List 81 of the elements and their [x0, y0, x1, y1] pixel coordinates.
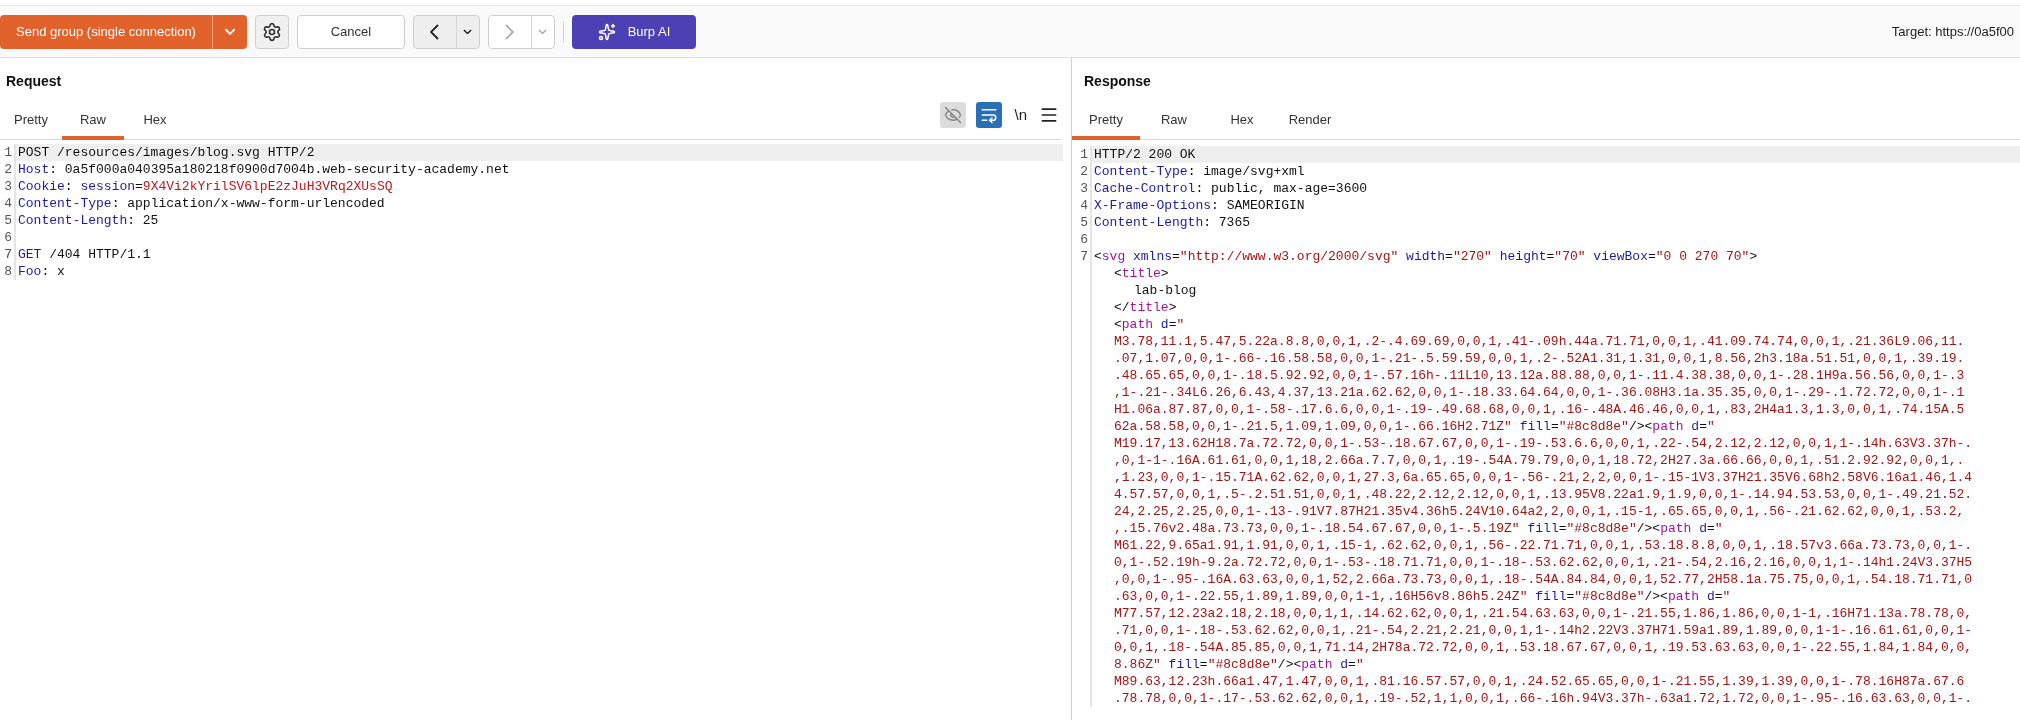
settings-button[interactable]	[254, 14, 289, 49]
caret-icon	[223, 28, 236, 35]
code-text: M19.17,13.62H18.7a.72.72,0,0,1-.53-.18.67.67,0,0,1-.19-.53.6.6,0,0,1,.22-.54,2.12,2.12,0,0,1,1-.14h.63V3.37h-.	[1114, 436, 1973, 451]
code-text: M61.22,9.65a1.91,1.91,0,0,1,.15-1,.62.62,0,0,1,.56-.22.71.71,0,0,1,.53.18.8.8,0,0,1,.18.57v3.66a.73.73,0,0,1-.	[1114, 538, 1973, 553]
ai-button[interactable]: Burp AI	[571, 14, 696, 49]
code-text: H1.06a.87.87,0,0,1-.58-.17.6.6,0,0,1-.19-.49.68.68,0,0,1,.16-.48A.46.46,0,0,1,.83,2H4a1.3,1.3,0,0,1,.74.15A.5	[1114, 402, 1965, 417]
line-number: 7	[1080, 249, 1088, 264]
code-text: <path d="	[1114, 317, 1185, 332]
line-number: 5	[1080, 215, 1088, 230]
target-label: Target: https://0a5f00	[1891, 22, 2014, 41]
cancel-button[interactable]: Cancel	[296, 14, 405, 49]
line-number: 3	[1080, 181, 1088, 196]
line-number: 4	[4, 196, 12, 211]
newline-toggle[interactable]: \n	[1012, 103, 1029, 127]
code-text: M3.78,11.1,5.47,5.22a.8.8,0,0,1,.2-.4.69.69,0,0,1,.41-.09h.44a.71.71,0,0,1,.41.09.74.74,0,0,1,.21.36L9.06,11.	[1114, 334, 1965, 349]
line-number: 1	[1080, 147, 1088, 162]
editor-tab[interactable]: Hex	[1208, 104, 1276, 140]
code-text: HTTP/2 200 OK	[1094, 147, 1196, 162]
code-text: Foo: x	[18, 264, 65, 279]
panel-title: Response	[1084, 71, 1151, 91]
line-number: 2	[4, 162, 12, 177]
line-number: 4	[1080, 198, 1088, 213]
line-number: 5	[4, 213, 12, 228]
code-text: lab-blog	[1134, 283, 1197, 298]
code-text: Content-Length: 25	[18, 213, 159, 228]
wrap-toggle[interactable]	[976, 102, 1003, 128]
panel-title: Request	[6, 71, 62, 91]
line-number: 1	[4, 145, 12, 160]
chevron-left-icon	[430, 23, 440, 40]
menu-icon	[1039, 105, 1059, 125]
code-text: .71,0,0,1-.18-.53.62.62,0,0,1,.21-.54,2.21,2.21,0,0,1,1-.14h2.22V3.37H71.59a1.89,1.89,0,0,1-1-.16.61.61,0,0,1-	[1114, 623, 1973, 638]
editor-tab[interactable]: Pretty	[1072, 104, 1140, 140]
code-text: 24,2.25,2.25,0,0,1-.13-.91V7.87H21.35v4.36h5.24V10.64a2,2,0,0,1,.15-1,.65.65,0,0,1,.56-.21.62.62,0,0,1,.53.2,	[1114, 504, 1965, 519]
sparkles-icon	[597, 22, 616, 41]
line-number: 6	[1080, 232, 1088, 247]
wrap-icon	[980, 106, 999, 124]
editor-tab[interactable]: Raw	[1140, 104, 1208, 140]
code-text: ,0,0,1-.95-.16A.63.63,0,0,1,52,2.66a.73.73,0,0,1,.18-.54A.84.84,0,0,1,52.77,2H58.1a.75.75,0,0,1,.54.18.71.71,0	[1114, 572, 1973, 587]
code-text: POST /resources/images/blog.svg HTTP/2	[18, 145, 315, 160]
code-text: <title>	[1114, 266, 1169, 281]
code-text: ,1.23,0,0,1-.15.71A.62.62,0,0,1,27.3,6a.65.65,0,0,1-.56-.21,2,2,0,0,1-.15-1V3.37H21.35V6.68h2.58V6.16a1.46,1.4	[1114, 470, 1973, 485]
code-text: Content-Length: 7365	[1094, 215, 1251, 230]
code-text: 8.86Z" fill="#8c8d8e"/><path d="	[1114, 657, 1364, 672]
editor-tab[interactable]: Pretty	[0, 104, 62, 140]
code-text: M89.63,12.23h.66a1.47,1.47,0,0,1,.81.16.57.57,0,0,1,.24.52.65.65,0,0,1-.21.55,1.39,1.39,0,0,1-.78.16H87a.67.6	[1114, 674, 1965, 689]
menu-button[interactable]	[1039, 105, 1059, 125]
line-number: 2	[1080, 164, 1088, 179]
code-text: 62a.58.58,0,0,1-.21.5,1.09,1.09,0,0,1-.66.16H2.71Z" fill="#8c8d8e"/><path d="	[1114, 419, 1715, 434]
code-text: ,1-.21-.34L6.26,6.43,4.37,13.21a.62.62,0,0,1-.18.33.64.64,0,0,1-.36.08H3.1a.35.35,0,0,1-.29-.1.72.72,0,0,1-.1	[1114, 385, 1965, 400]
eye-off-icon	[944, 106, 963, 124]
line-number: 6	[4, 230, 12, 245]
code-text: 0,1-.52.19h-9.2a.72.72,0,0,1-.53-.18.71.71,0,0,1-.18-.53.62.62,0,0,1,.21-.54,2.16,2.16,0,0,1,1-.14h1.24V3.37H5	[1114, 555, 1973, 570]
code-text: .78.78,0,0,1-.17-.53.62.62,0,0,1,.19-.52,1,1,0,0,1,.66-.16h.94V3.37h-.63a1.72,1.72,0,0,1-.95-.16.63.63,0,0,1-.	[1114, 691, 1973, 706]
editor-tab[interactable]: Hex	[124, 104, 186, 140]
code-text: </title>	[1114, 300, 1177, 315]
editor-tab[interactable]: Render	[1276, 104, 1344, 140]
line-number: 8	[4, 264, 12, 279]
chevron-right-icon	[505, 23, 515, 40]
caret-icon	[463, 28, 473, 35]
code-text: 4.57.57,0,0,1,.5-.2.51.51,0,0,1,.48.22,2.12,2.12,0,0,1,.13.95V8.22a1.9,1.9,0,0,1-.14.94.53.53,0,0,1-.49.21.52.	[1114, 487, 1973, 502]
hide-toggle[interactable]	[940, 102, 967, 128]
code-text: ,0,1-1-.16A.61.61,0,0,1,18,2.66a.7.7,0,0,1,.19-.54A.79.79,0,0,1,18.72,2H27.3a.66.66,0,0,1,.51.2.92.92,0,0,1,.	[1114, 453, 1965, 468]
editor-tab[interactable]: Raw	[62, 104, 124, 140]
code-text: Content-Type: image/svg+xml	[1094, 164, 1305, 179]
code-text: .63,0,0,1-.22.55,1.89,1.89,0,0,1-1,.16H56v8.86h5.24Z" fill="#8c8d8e"/><path d="	[1114, 589, 1731, 604]
code-text: <svg xmlns="http://www.w3.org/2000/svg" width="270" height="70" viewBox="0 0 270 70">	[1094, 249, 1758, 264]
settings-icon	[261, 21, 282, 42]
code-text: Cookie: session=9X4Vi2kYrilSV6lpE2zJuH3VRq2XUsSQ	[18, 179, 393, 194]
code-text: .07,1.07,0,0,1-.66-.16.58.58,0,0,1-.21-.5.59.59,0,0,1,.2-.52A1.31,1.31,0,0,1,8.56,2h3.18a.51.51,0,0,1,.39.19.	[1114, 351, 1965, 366]
code-text: Content-Type: application/x-www-form-urlencoded	[18, 196, 385, 211]
code-text: ,.15.76v2.48a.73.73,0,0,1-.18.54.67.67,0,0,1-.5.19Z" fill="#8c8d8e"/><path d="	[1114, 521, 1723, 536]
caret-icon	[538, 28, 548, 35]
code-text: 0,0,1,.18-.54A.85.85,0,0,1,71.14,2H78a.72.72,0,0,1,.53.18.67.67,0,0,1,.19.53.63.63,0,0,1-.22.55,1.84,1.84,0,0,	[1114, 640, 1973, 655]
code-text: GET /404 HTTP/1.1	[18, 247, 151, 262]
code-text: .48.65.65,0,0,1-.18.5.92.92,0,0,1-.57.16h-.11L10,13.12a.88.88,0,0,1-.11.4.38.38,0,0,1-.28.1H9a.56.56,0,0,1-.3	[1114, 368, 1965, 383]
code-text: Cache-Control: public, max-age=3600	[1094, 181, 1368, 196]
line-number: 3	[4, 179, 12, 194]
code-text: M77.57,12.23a2.18,2.18,0,0,1,1,.14.62.62,0,0,1,.21.54.63.63,0,0,1-.21.55,1.86,1.86,0,0,1-1,.16H71.13a.78.78,0,	[1114, 606, 1973, 621]
code-text: X-Frame-Options: SAMEORIGIN	[1094, 198, 1305, 213]
code-text: Host: 0a5f000a040395a180218f0900d7004b.web-security-academy.net	[18, 162, 510, 177]
line-number: 7	[4, 247, 12, 262]
